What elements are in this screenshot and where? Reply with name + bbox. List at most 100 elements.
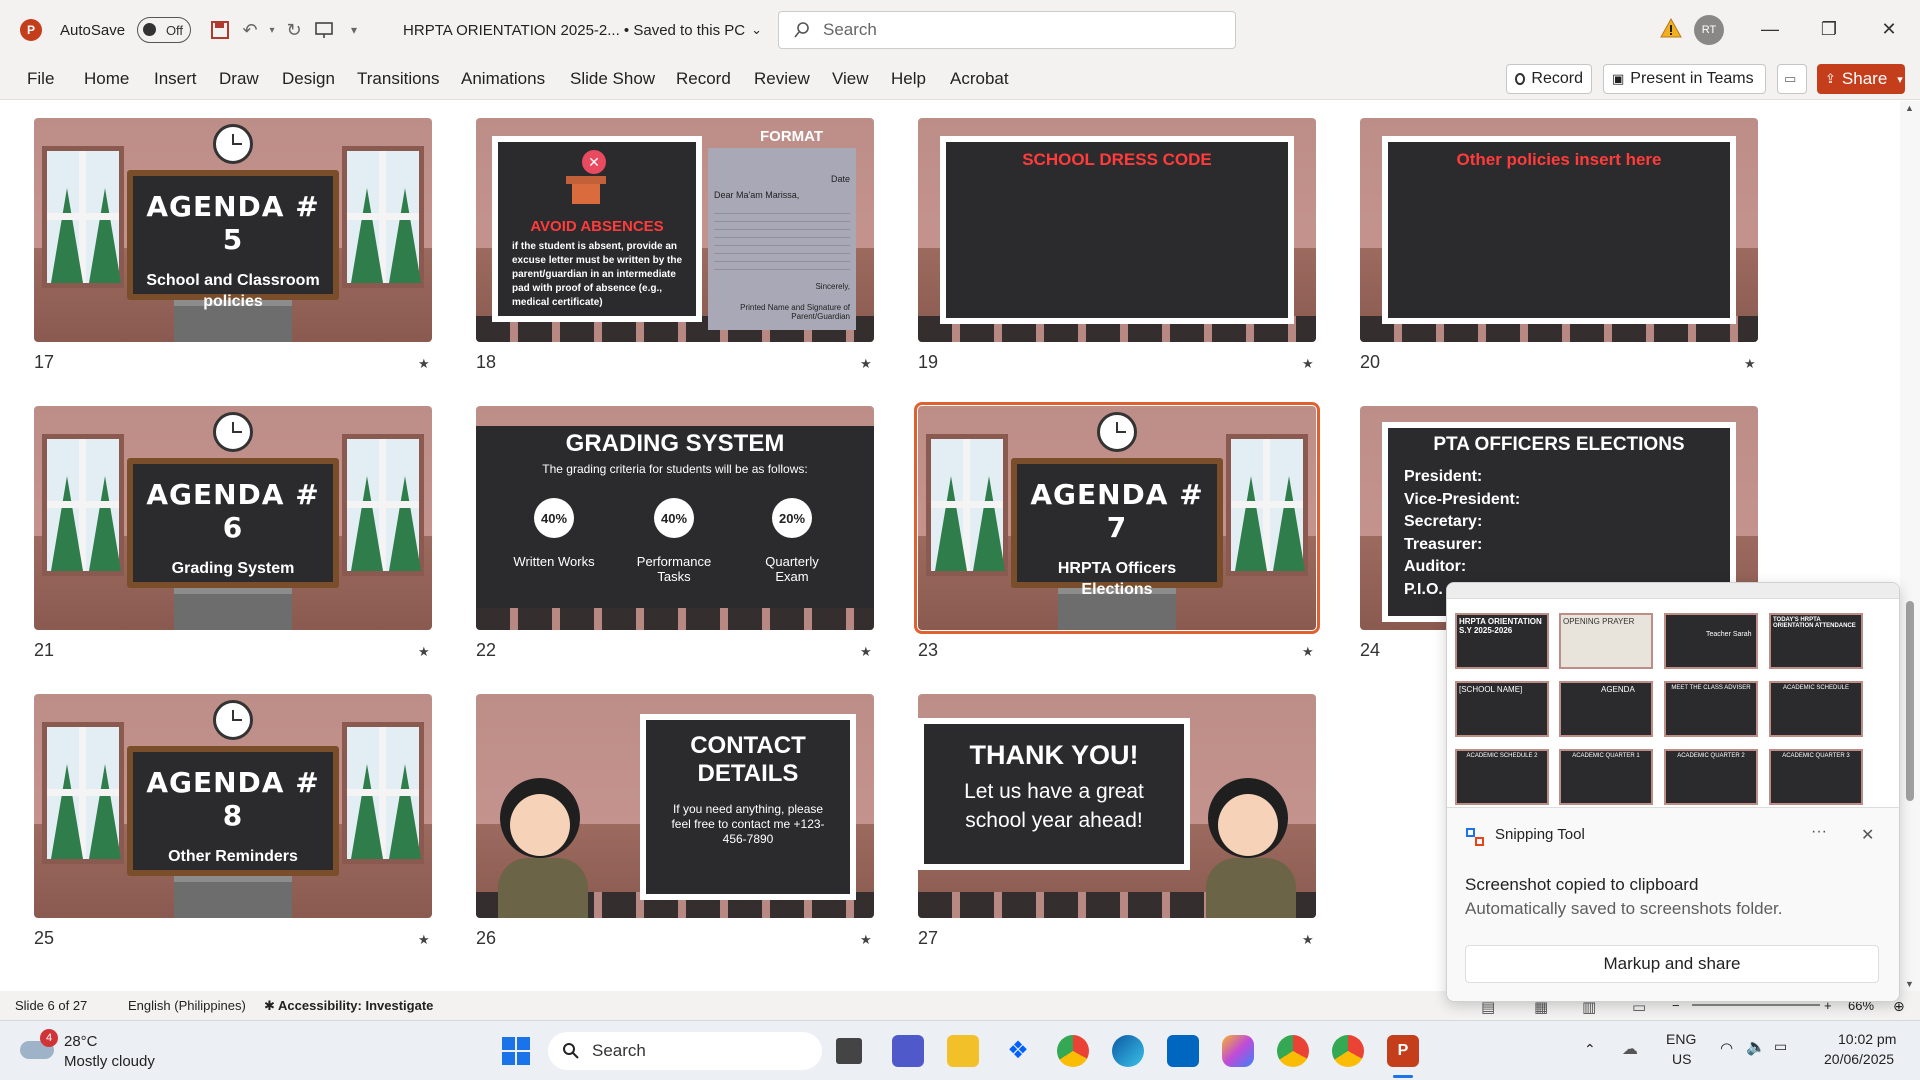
language-top[interactable]: ENG bbox=[1666, 1031, 1696, 1047]
desk bbox=[174, 876, 292, 918]
volume-icon[interactable]: 🔈 bbox=[1746, 1037, 1766, 1057]
slide-subtitle: Grading System bbox=[171, 560, 295, 577]
star-icon[interactable]: ★ bbox=[1302, 356, 1314, 372]
tab-help[interactable]: Help bbox=[891, 69, 926, 89]
weather-widget[interactable]: 4 28°C Mostly cloudy bbox=[20, 1029, 190, 1073]
slide-thumbnail[interactable]: AGENDA # 6 Grading System bbox=[34, 406, 432, 630]
close-icon[interactable]: ✕ bbox=[1874, 14, 1904, 44]
wifi-icon[interactable]: ◠ bbox=[1720, 1039, 1733, 1057]
present-in-teams-button[interactable]: ▣ Present in Teams bbox=[1603, 64, 1766, 94]
copilot-icon[interactable] bbox=[1222, 1035, 1254, 1067]
autosave-toggle[interactable]: Off bbox=[137, 17, 192, 43]
restore-icon[interactable]: ❐ bbox=[1814, 14, 1844, 44]
star-icon[interactable]: ★ bbox=[418, 356, 430, 372]
chrome-icon[interactable] bbox=[1057, 1035, 1089, 1067]
language-bottom[interactable]: US bbox=[1672, 1051, 1691, 1067]
minimize-icon[interactable]: — bbox=[1755, 14, 1785, 44]
markup-and-share-button[interactable]: Markup and share bbox=[1465, 945, 1879, 983]
tab-design[interactable]: Design bbox=[282, 69, 335, 89]
search-input[interactable]: Search bbox=[778, 11, 1236, 49]
chevron-down-icon[interactable]: ⌄ bbox=[751, 22, 762, 38]
teams-app-icon[interactable] bbox=[892, 1035, 924, 1067]
tab-file[interactable]: File bbox=[27, 69, 54, 89]
document-title[interactable]: HRPTA ORIENTATION 2025-2... • Saved to t… bbox=[403, 22, 745, 39]
star-icon[interactable]: ★ bbox=[1744, 356, 1756, 372]
scroll-up-icon[interactable]: ▲ bbox=[1905, 103, 1914, 113]
edge-icon[interactable] bbox=[1112, 1035, 1144, 1067]
customize-toolbar-icon[interactable]: ▾ bbox=[339, 15, 369, 45]
windows-start-icon[interactable] bbox=[500, 1035, 532, 1067]
star-icon[interactable]: ★ bbox=[860, 356, 872, 372]
slide-count[interactable]: Slide 6 of 27 bbox=[15, 998, 87, 1013]
notification-detail: Automatically saved to screenshots folde… bbox=[1465, 899, 1783, 918]
tab-review[interactable]: Review bbox=[754, 69, 810, 89]
file-explorer-icon[interactable] bbox=[947, 1035, 979, 1067]
star-icon[interactable]: ★ bbox=[860, 644, 872, 660]
screenshot-preview[interactable]: HRPTA ORIENTATION S.Y 2025-2026 OPENING … bbox=[1447, 583, 1899, 808]
onedrive-cloud-icon[interactable]: ☁ bbox=[1622, 1039, 1638, 1059]
slide-thumbnail[interactable]: ✕ AVOID ABSENCES if the student is absen… bbox=[476, 118, 874, 342]
slide-thumbnail[interactable]: THANK YOU! Let us have a great school ye… bbox=[918, 694, 1316, 918]
dropbox-icon[interactable]: ❖ bbox=[1002, 1035, 1034, 1067]
star-icon[interactable]: ★ bbox=[1302, 644, 1314, 660]
battery-icon[interactable]: ▭ bbox=[1774, 1038, 1787, 1055]
warning-icon[interactable] bbox=[1660, 18, 1682, 38]
record-button[interactable]: Record bbox=[1506, 64, 1592, 94]
slide-number: 25 bbox=[34, 928, 55, 948]
more-options-icon[interactable]: ··· bbox=[1811, 823, 1827, 841]
tab-draw[interactable]: Draw bbox=[219, 69, 259, 89]
taskbar-search[interactable]: Search bbox=[548, 1032, 822, 1070]
close-icon[interactable]: ✕ bbox=[1861, 825, 1874, 845]
star-icon[interactable]: ★ bbox=[860, 932, 872, 948]
slide-thumbnail[interactable]: Other policies insert here bbox=[1360, 118, 1758, 342]
tab-transitions[interactable]: Transitions bbox=[357, 69, 440, 89]
zoom-slider[interactable] bbox=[1692, 1004, 1820, 1006]
avatar[interactable]: RT bbox=[1694, 15, 1724, 45]
clock-icon bbox=[213, 412, 253, 452]
share-button[interactable]: ⇪ Share ▾ bbox=[1817, 64, 1905, 94]
slide-heading: THANK YOU! bbox=[969, 740, 1139, 770]
scroll-down-icon[interactable]: ▼ bbox=[1905, 979, 1914, 989]
chrome-profile-icon[interactable] bbox=[1332, 1035, 1364, 1067]
redo-icon[interactable]: ↻ bbox=[279, 15, 309, 45]
accessibility-status[interactable]: ✱ Accessibility: Investigate bbox=[264, 998, 433, 1014]
present-from-start-icon[interactable] bbox=[309, 15, 339, 45]
comments-button[interactable]: ▭ bbox=[1777, 64, 1807, 94]
star-icon[interactable]: ★ bbox=[1302, 932, 1314, 948]
undo-icon[interactable]: ↶ bbox=[235, 15, 265, 45]
tab-view[interactable]: View bbox=[832, 69, 869, 89]
slide-thumbnail[interactable]: SCHOOL DRESS CODE bbox=[918, 118, 1316, 342]
criteria-label: Quarterly Exam bbox=[765, 554, 819, 584]
preview-slide: HRPTA ORIENTATION S.Y 2025-2026 bbox=[1455, 613, 1549, 669]
slide-heading: AGENDA # 6 bbox=[146, 478, 320, 544]
store-icon[interactable] bbox=[1167, 1035, 1199, 1067]
star-icon[interactable]: ★ bbox=[418, 644, 430, 660]
tab-acrobat[interactable]: Acrobat bbox=[950, 69, 1009, 89]
tab-slide-show[interactable]: Slide Show bbox=[570, 69, 655, 89]
preview-slide-title: ACADEMIC SCHEDULE bbox=[1782, 685, 1849, 691]
slide-thumbnail[interactable]: GRADING SYSTEM The grading criteria for … bbox=[476, 406, 874, 630]
language-indicator[interactable]: English (Philippines) bbox=[128, 998, 246, 1013]
vertical-scrollbar[interactable]: ▲ ▼ bbox=[1900, 101, 1920, 991]
slide-thumbnail[interactable]: AGENDA # 8 Other Reminders bbox=[34, 694, 432, 918]
slide-thumbnail[interactable]: CONTACT DETAILS If you need anything, pl… bbox=[476, 694, 874, 918]
clock-date[interactable]: 20/06/2025 bbox=[1824, 1051, 1894, 1067]
save-icon[interactable] bbox=[205, 15, 235, 45]
task-view-icon[interactable] bbox=[836, 1038, 862, 1064]
tab-animations[interactable]: Animations bbox=[461, 69, 545, 89]
snipping-tool-notification[interactable]: HRPTA ORIENTATION S.Y 2025-2026 OPENING … bbox=[1446, 582, 1900, 1002]
clock-time[interactable]: 10:02 pm bbox=[1838, 1031, 1896, 1047]
tab-record[interactable]: Record bbox=[676, 69, 731, 89]
undo-dropdown-icon[interactable]: ▾ bbox=[265, 15, 279, 45]
slide-thumbnail[interactable]: AGENDA # 5 School and Classroom policies bbox=[34, 118, 432, 342]
chevron-up-icon[interactable]: ⌃ bbox=[1584, 1041, 1596, 1058]
tab-home[interactable]: Home bbox=[84, 69, 129, 89]
chalkboard: AGENDA # 8 Other Reminders bbox=[127, 746, 339, 876]
window-left bbox=[42, 434, 124, 576]
scroll-thumb[interactable] bbox=[1906, 601, 1914, 801]
tab-insert[interactable]: Insert bbox=[154, 69, 197, 89]
star-icon[interactable]: ★ bbox=[418, 932, 430, 948]
slide-thumbnail-selected[interactable]: AGENDA # 7 HRPTA Officers Elections bbox=[914, 402, 1320, 634]
chrome-profile-icon[interactable] bbox=[1277, 1035, 1309, 1067]
powerpoint-app-icon[interactable]: P bbox=[1387, 1035, 1419, 1067]
